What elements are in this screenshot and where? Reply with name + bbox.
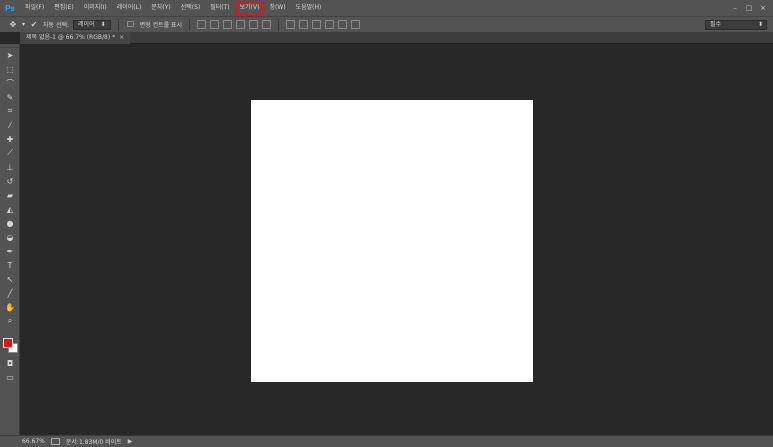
crop-tool-icon[interactable]: ⌗ <box>0 104 20 118</box>
menu-help[interactable]: 도움말(H) <box>291 0 327 16</box>
document-tab[interactable]: 제목 없음-1 @ 66.7% (RGB/8) * × <box>20 32 131 44</box>
menu-bar: Ps 파일(F) 편집(E) 이미지(I) 레이어(L) 문자(Y) 선택(S)… <box>0 0 773 16</box>
dodge-tool-icon[interactable]: ◒ <box>0 230 20 244</box>
eraser-tool-icon[interactable]: ▰ <box>0 188 20 202</box>
pen-tool-icon[interactable]: ✒ <box>0 244 20 258</box>
chevron-right-icon[interactable]: ▶ <box>128 438 133 445</box>
options-bar: ✥ ▾ ✔ 자동 선택: 레이어 ⬍ ☐ 변형 컨트롤 표시 필수 ⬍ <box>0 16 773 32</box>
zoom-level[interactable]: 66.67% <box>22 438 45 445</box>
lasso-tool-icon[interactable]: ⌒ <box>0 76 20 90</box>
tools-panel: ➤ ⬚ ⌒ ✎ ⌗ ⁄ ✚ ⟋ ⊥ ↺ ▰ ◭ ● ◒ ✒ T ↖ ╱ ✋ ⌕ … <box>0 44 20 435</box>
menu-window[interactable]: 창(W) <box>264 0 290 16</box>
menu-image[interactable]: 이미지(I) <box>79 0 112 16</box>
workspace-value: 필수 <box>710 21 722 28</box>
chevron-down-icon: ⬍ <box>757 21 763 28</box>
blur-tool-icon[interactable]: ● <box>0 216 20 230</box>
show-transform-label: 변형 컨트롤 표시 <box>139 22 183 29</box>
foreground-color-swatch[interactable] <box>3 338 13 348</box>
document-tab-bar: 제목 없음-1 @ 66.7% (RGB/8) * × <box>20 32 773 44</box>
close-button[interactable]: × <box>759 4 767 12</box>
auto-select-checkbox[interactable]: ✔ <box>29 20 39 30</box>
line-tool-icon[interactable]: ╱ <box>0 286 20 300</box>
divider <box>278 18 280 31</box>
screen-mode-icon[interactable]: ▭ <box>0 370 20 384</box>
export-icon[interactable] <box>50 438 60 445</box>
zoom-tool-icon[interactable]: ⌕ <box>0 314 20 328</box>
path-select-tool-icon[interactable]: ↖ <box>0 272 20 286</box>
align-vcenter-icon[interactable] <box>210 20 220 29</box>
window-controls: – □ × <box>731 4 773 12</box>
brush-tool-icon[interactable]: ⟋ <box>0 146 20 160</box>
chevron-down-icon: ⬍ <box>100 20 106 28</box>
doc-info: 문서:1.83M/0 바이트 <box>65 439 122 446</box>
healing-brush-tool-icon[interactable]: ✚ <box>0 132 20 146</box>
distribute-left-icon[interactable] <box>325 20 335 29</box>
maximize-button[interactable]: □ <box>745 4 753 12</box>
distribute-bottom-icon[interactable] <box>312 20 322 29</box>
distribute-right-icon[interactable] <box>351 20 361 29</box>
auto-select-dropdown[interactable]: 레이어 ⬍ <box>73 19 111 30</box>
move-tool-icon[interactable]: ➤ <box>0 48 20 62</box>
clone-stamp-tool-icon[interactable]: ⊥ <box>0 160 20 174</box>
align-left-icon[interactable] <box>236 20 246 29</box>
menu-file[interactable]: 파일(F) <box>20 0 49 16</box>
type-tool-icon[interactable]: T <box>0 258 20 272</box>
auto-select-value: 레이어 <box>78 20 95 28</box>
color-swatches[interactable] <box>3 338 19 354</box>
align-right-icon[interactable] <box>262 20 272 29</box>
divider <box>189 18 191 31</box>
document-canvas[interactable] <box>251 100 533 382</box>
status-bar: 66.67% 문서:1.83M/0 바이트 ▶ <box>0 435 773 447</box>
distribute-top-icon[interactable] <box>286 20 296 29</box>
minimize-button[interactable]: – <box>731 4 739 12</box>
align-hcenter-icon[interactable] <box>249 20 259 29</box>
quick-mask-icon[interactable]: ◘ <box>0 356 20 370</box>
quick-select-tool-icon[interactable]: ✎ <box>0 90 20 104</box>
tool-preset-chevron-icon[interactable]: ▾ <box>22 21 25 28</box>
divider <box>117 18 119 31</box>
close-icon[interactable]: × <box>119 34 124 41</box>
menu-select[interactable]: 선택(S) <box>176 0 206 16</box>
align-top-icon[interactable] <box>197 20 207 29</box>
marquee-tool-icon[interactable]: ⬚ <box>0 62 20 76</box>
align-bottom-icon[interactable] <box>223 20 233 29</box>
gradient-tool-icon[interactable]: ◭ <box>0 202 20 216</box>
hand-tool-icon[interactable]: ✋ <box>0 300 20 314</box>
menu-view[interactable]: 보기(V) <box>234 0 265 16</box>
photoshop-logo: Ps <box>5 3 15 13</box>
document-tab-title: 제목 없음-1 @ 66.7% (RGB/8) * <box>26 34 116 41</box>
eyedropper-tool-icon[interactable]: ⁄ <box>0 118 20 132</box>
auto-select-label: 자동 선택: <box>43 22 70 29</box>
menu-type[interactable]: 문자(Y) <box>146 0 175 16</box>
menu-edit[interactable]: 편집(E) <box>49 0 79 16</box>
menu-filter[interactable]: 필터(T) <box>205 0 234 16</box>
menu-layer[interactable]: 레이어(L) <box>112 0 147 16</box>
workspace-dropdown[interactable]: 필수 ⬍ <box>705 20 767 30</box>
history-brush-tool-icon[interactable]: ↺ <box>0 174 20 188</box>
move-tool-icon[interactable]: ✥ <box>8 20 18 30</box>
canvas-area[interactable] <box>20 44 773 435</box>
distribute-hcenter-icon[interactable] <box>338 20 348 29</box>
distribute-vcenter-icon[interactable] <box>299 20 309 29</box>
show-transform-checkbox[interactable]: ☐ <box>126 20 136 30</box>
